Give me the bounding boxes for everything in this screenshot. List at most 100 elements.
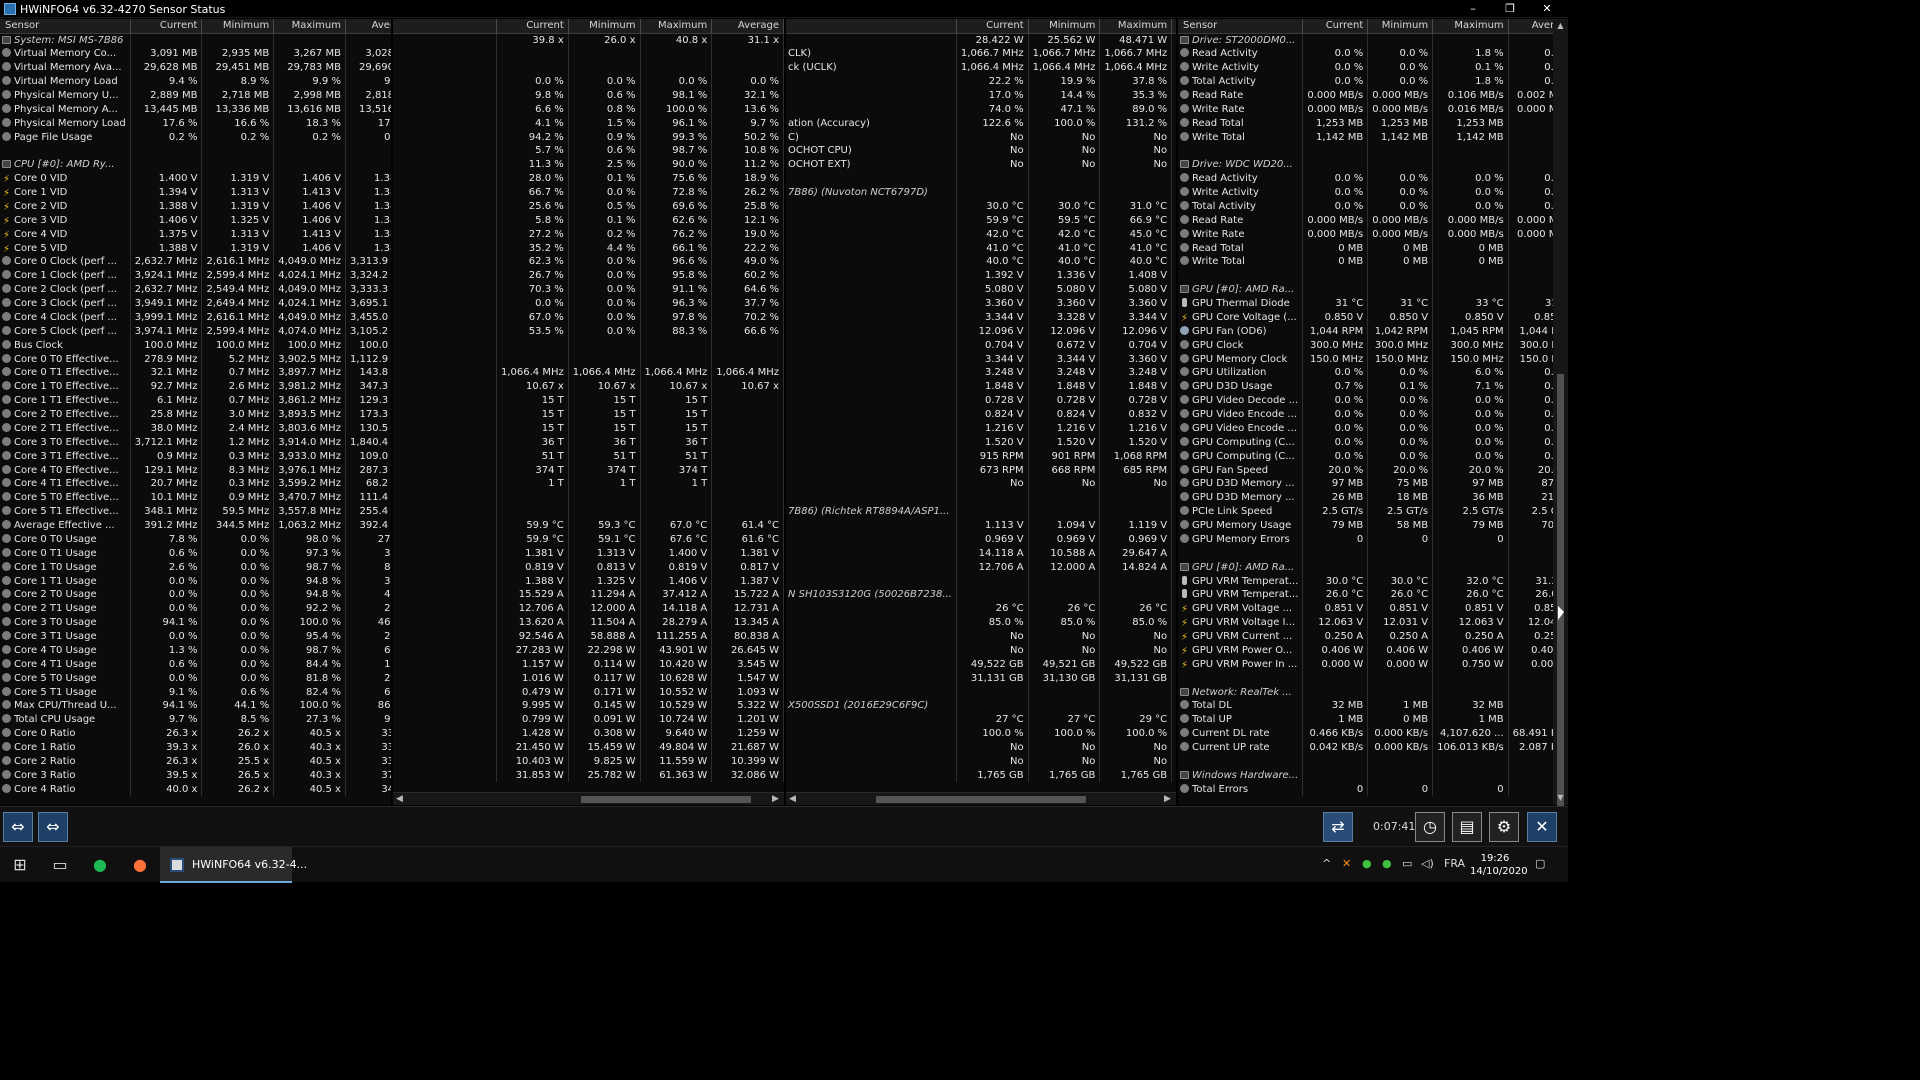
sensor-row[interactable]: 22.2 %19.9 %37.8 %21.9 % — [786, 74, 1176, 89]
sensor-row[interactable]: 374 T 374 T 374 T — [393, 463, 784, 477]
sensor-row[interactable]: Read Rate 0.000 MB/s 0.000 MB/s 0.106 MB/s 0… — [1178, 88, 1553, 103]
language-indicator[interactable]: FRA — [1444, 857, 1465, 870]
sensor-group-row[interactable]: X500SSD1 (2016E29C6F9C) — [786, 699, 1176, 713]
sensor-row[interactable]: 0.0 % 0.0 % 96.3 % 37.7 % — [393, 296, 784, 311]
sensor-row[interactable]: Physical Memory U... 2,889 MB 2,718 MB 2,99… — [0, 88, 391, 103]
sensor-row[interactable]: 3.344 V3.344 V3.360 V3.356 V — [786, 352, 1176, 366]
taskbar-clock[interactable]: 19:26 14/10/2020 — [1470, 852, 1528, 878]
sensor-row[interactable]: 1.016 W 0.117 W 10.628 W 1.547 W — [393, 671, 784, 686]
sensor-row[interactable]: 0.799 W 0.091 W 10.724 W 1.201 W — [393, 712, 784, 727]
restore-button[interactable]: ❐ — [1492, 0, 1528, 18]
sensor-row[interactable]: Core 3 T0 Usage94.1 %0.0 %100.0 %46.4 % — [0, 615, 391, 630]
sensor-row[interactable]: Bus Clock 100.0 MHz 100.0 MHz 100.0 MHz 100.… — [0, 338, 391, 353]
sensor-group-row[interactable]: N SH103S3120G (50026B7238... — [786, 588, 1176, 602]
sensor-row[interactable]: Core 1 T0 Effective... 92.7 MHz 2.6 MHz 3,9… — [0, 379, 391, 394]
sensor-row[interactable]: GPU Clock 300.0 MHz 300.0 MHz 300.0 MHz 300.… — [1178, 338, 1553, 353]
sensor-row[interactable]: Core 2 T0 Effective... 25.8 MHz 3.0 MHz 3,8… — [0, 407, 391, 422]
sensor-row[interactable]: 26.7 % 0.0 % 95.8 % 60.2 % — [393, 268, 784, 283]
sensor-row[interactable] — [786, 574, 1176, 588]
sensor-row[interactable]: 27.2 % 0.2 % 76.2 % 19.0 % — [393, 227, 784, 242]
sensor-row[interactable]: 915 RPM901 RPM1,068 RPM952 RPM — [786, 449, 1176, 464]
sensor-row[interactable]: 28.0 % 0.1 % 75.6 % 18.9 % — [393, 171, 784, 186]
windows-start-icon[interactable]: ⊞ — [0, 847, 40, 883]
sensor-row[interactable]: ⚡ GPU VRM Current ... 0.250 A 0.250 A 0.250 … — [1178, 629, 1553, 644]
vertical-scrollbar[interactable]: ▲ ▼ — [1553, 19, 1568, 807]
sensor-row[interactable]: Core 0 T0 Effective... 278.9 MHz 5.2 MHz 3,… — [0, 352, 391, 366]
sensor-row[interactable]: Write Activity0.0 %0.0 %0.0 %0.0 % — [1178, 185, 1553, 200]
sensor-row[interactable]: 0.969 V0.969 V0.969 V0.969 V — [786, 532, 1176, 547]
sensor-row[interactable]: Total Activity0.0 %0.0 %1.8 %0.1 % — [1178, 74, 1553, 89]
sensor-row[interactable]: Virtual Memory Co... 3,091 MB 2,935 MB 3,26… — [0, 46, 391, 61]
file-explorer-icon[interactable]: ▭ — [40, 847, 80, 883]
sensor-row[interactable]: Core 0 T1 Usage0.6 %0.0 %97.3 %3.5 % — [0, 546, 391, 561]
sensor-row[interactable]: 85.0 % 85.0 % 85.0 % — [786, 615, 1176, 630]
sensor-row[interactable]: 15 T 15 T 15 T — [393, 421, 784, 436]
sensor-row[interactable]: GPU Memory Clock 150.0 MHz 150.0 MHz 150.0 … — [1178, 352, 1553, 366]
sensor-row[interactable]: GPU Video Decode ...0.0 %0.0 %0.0 %0.0 % — [1178, 393, 1553, 408]
sensor-row[interactable]: GPU D3D Usage0.7 %0.1 %7.1 %0.2 % — [1178, 379, 1553, 394]
sensor-row[interactable]: 41.0 °C41.0 °C41.0 °C41.0 °C — [786, 241, 1176, 255]
sensor-row[interactable]: 0.704 V0.672 V0.704 V0.692 V — [786, 338, 1176, 353]
sensor-row[interactable]: ⚡Core 2 VID1.388 V1.319 V1.406 V1.382 V — [0, 199, 391, 214]
sensor-row[interactable]: Write Total 1,142 MB 1,142 MB 1,142 MB — [1178, 130, 1553, 144]
sensor-row[interactable]: C) No No No — [786, 130, 1176, 144]
sensor-row[interactable]: 26 °C26 °C26 °C26 °C — [786, 601, 1176, 616]
sensor-row[interactable]: ⚡Core 5 VID1.388 V1.319 V1.406 V1.381 V — [0, 241, 391, 255]
sensor-row[interactable]: Core 3 Ratio39.5 x26.5 x40.3 x37.0 x — [0, 768, 391, 783]
scroll-left-icon[interactable]: ◀ — [786, 793, 799, 805]
tray-app-icon[interactable]: ✕ — [1342, 857, 1351, 870]
sensor-row[interactable]: Core 4 T1 Usage0.6 %0.0 %84.4 %1.7 % — [0, 657, 391, 672]
sensor-row[interactable]: 51 T 51 T 51 T — [393, 449, 784, 464]
sensor-row[interactable]: GPU Utilization0.0 %0.0 %6.0 %0.0 % — [1178, 366, 1553, 380]
column-header[interactable]: Maximum — [1432, 19, 1509, 34]
column-header[interactable]: Minimum — [568, 19, 641, 34]
column-header[interactable]: Average — [345, 19, 391, 34]
nav-right-button[interactable]: ⇔ — [38, 812, 68, 842]
sensor-row[interactable]: ation (Accuracy)122.6 %100.0 %131.2 %124… — [786, 116, 1176, 131]
sensor-row[interactable]: 30.0 °C30.0 °C31.0 °C30.0 °C — [786, 199, 1176, 214]
scrollbar-thumb[interactable] — [876, 796, 1086, 803]
sensor-row[interactable]: Core 0 Ratio26.3 x26.2 x40.5 x33.1 x — [0, 726, 391, 741]
sensor-row[interactable] — [1178, 144, 1553, 158]
sensor-row[interactable]: 9.8 % 0.6 % 98.1 % 32.1 % — [393, 88, 784, 103]
sensor-row[interactable]: GPU VRM Temperat... 26.0 °C 26.0 °C 26.0 °C… — [1178, 588, 1553, 602]
column-header[interactable]: Minimum — [1028, 19, 1101, 34]
scroll-right-icon[interactable]: ▶ — [769, 793, 782, 805]
spotify-icon[interactable]: ● — [80, 847, 120, 883]
sensor-row[interactable]: Core 5 T1 Usage9.1 %0.6 %82.4 %6.3 % — [0, 685, 391, 699]
column-header[interactable]: Current — [496, 19, 569, 34]
sensor-row[interactable]: Write Rate 0.000 MB/s 0.000 MB/s 0.000 MB/s… — [1178, 227, 1553, 242]
sensor-row[interactable]: Core 5 T0 Usage0.0 %0.0 %81.8 %2.6 % — [0, 671, 391, 686]
sensor-row[interactable]: ⚡Core 0 VID1.400 V1.319 V1.406 V1.382 V — [0, 171, 391, 186]
sensor-row[interactable] — [1178, 754, 1553, 769]
sensor-row[interactable]: 5.7 % 0.6 % 98.7 % 10.8 % — [393, 144, 784, 158]
sensor-row[interactable]: ⚡Core 1 VID1.394 V1.313 V1.413 V1.382 V — [0, 185, 391, 200]
column-header[interactable]: Maximum — [640, 19, 713, 34]
report-button[interactable]: ▤ — [1452, 812, 1482, 842]
sensor-row[interactable]: 35.2 % 4.4 % 66.1 % 22.2 % — [393, 241, 784, 255]
taskbar-hwinfo-button[interactable]: HWiNFO64 v6.32-4... — [160, 847, 307, 883]
sensor-row[interactable]: GPU VRM Temperat... 30.0 °C 30.0 °C 32.0 °C… — [1178, 574, 1553, 588]
sensor-row[interactable]: 1.157 W 0.114 W 10.420 W 3.545 W — [393, 657, 784, 672]
sensor-row[interactable]: 5.8 % 0.1 % 62.6 % 12.1 % — [393, 213, 784, 228]
scroll-right-icon[interactable]: ▶ — [1161, 793, 1174, 805]
sensor-row[interactable]: GPU Video Encode ...0.0 %0.0 %0.0 %0.0 % — [1178, 421, 1553, 436]
sensor-row[interactable]: 25.6 % 0.5 % 69.6 % 25.8 % — [393, 199, 784, 214]
notifications-icon[interactable]: ▢ — [1535, 857, 1545, 870]
sensor-row[interactable]: Total Errors 0 0 0 — [1178, 782, 1553, 797]
sensor-row[interactable]: Virtual Memory Ava... 29,628 MB 29,451 MB 2… — [0, 60, 391, 75]
sensor-row[interactable]: 94.2 % 0.9 % 99.3 % 50.2 % — [393, 130, 784, 144]
sensor-group-row[interactable]: GPU [#0]: AMD Ra... — [1178, 560, 1553, 575]
sensor-row[interactable]: Current UP rate 0.042 KB/s 0.000 KB/s 106.0… — [1178, 740, 1553, 755]
sensor-row[interactable]: 66.7 % 0.0 % 72.8 % 26.2 % — [393, 185, 784, 200]
sensor-row[interactable]: GPU Computing (C...0.0 %0.0 %0.0 %0.0 % — [1178, 449, 1553, 464]
sensor-row[interactable]: Core 3 T0 Effective... 3,712.1 MHz 1.2 MHz… — [0, 435, 391, 450]
sensor-row[interactable]: ⚡ GPU VRM Voltage I... 12.063 V 12.031 V 12.… — [1178, 615, 1553, 630]
sensor-row[interactable]: 13.620 A 11.504 A 28.279 A 13.345 A — [393, 615, 784, 630]
sensor-row[interactable]: 10.403 W 9.825 W 11.559 W 10.399 W — [393, 754, 784, 769]
sensor-row[interactable]: 27.283 W 22.298 W 43.901 W 26.645 W — [393, 643, 784, 658]
horizontal-scrollbar[interactable]: ◀ ▶ — [393, 792, 784, 805]
sensor-row[interactable]: Physical Memory A... 13,445 MB 13,336 MB 13… — [0, 102, 391, 117]
sensor-row[interactable]: Core 1 Ratio39.3 x26.0 x40.3 x33.2 x — [0, 740, 391, 755]
sensor-row[interactable]: 1.388 V 1.325 V 1.406 V 1.387 V — [393, 574, 784, 588]
